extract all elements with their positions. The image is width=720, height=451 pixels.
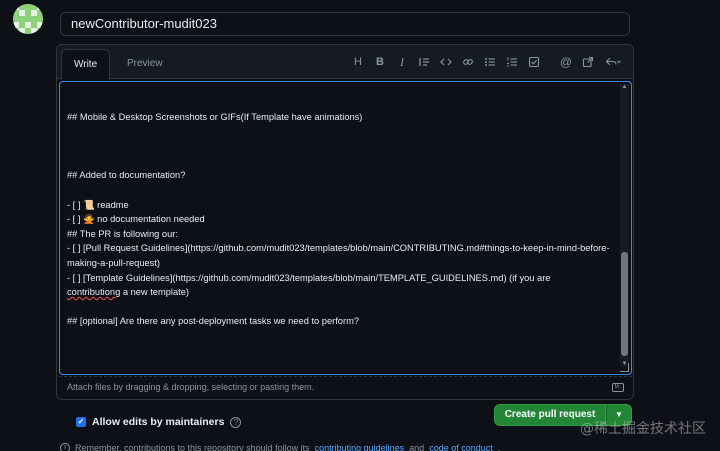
comment-textarea[interactable]: ## Mobile & Desktop Screenshots or GIFs(… [59, 81, 632, 375]
link-icon[interactable] [457, 53, 479, 71]
textarea-line [67, 125, 617, 140]
textarea-line [67, 183, 617, 198]
quote-icon[interactable] [413, 53, 435, 71]
allow-edits-label[interactable]: Allow edits by maintainers [92, 416, 224, 428]
textarea-line: ## [optional] Are there any post-deploym… [67, 316, 359, 327]
reminder-suffix: . [497, 443, 501, 451]
resize-handle[interactable] [620, 363, 629, 372]
editor-tabbar: Write Preview H B I @ [57, 45, 633, 80]
allow-edits-checkbox[interactable]: ✓ [76, 417, 86, 427]
textarea-line: - [ ] 📜 readme [67, 199, 129, 210]
textarea-line [67, 300, 617, 315]
pr-title-input[interactable]: newContributor-mudit023 [60, 12, 630, 36]
cross-reference-icon[interactable] [577, 53, 599, 71]
help-icon[interactable]: ? [230, 416, 242, 428]
textarea-line: ## Mobile & Desktop Screenshots or GIFs(… [67, 112, 363, 122]
code-icon[interactable] [435, 53, 457, 71]
scroll-thumb[interactable] [621, 252, 628, 356]
attach-hint: Attach files by dragging & dropping, sel… [67, 382, 315, 392]
textarea-scrollbar[interactable]: ▲ ▼ [620, 84, 629, 367]
textarea-content: ## Mobile & Desktop Screenshots or GIFs(… [67, 110, 617, 329]
comment-editor: Write Preview H B I @ ## Mobile & Deskto… [56, 44, 634, 400]
attach-files-bar[interactable]: Attach files by dragging & dropping, sel… [59, 376, 632, 398]
textarea-line: contributiong a new template) [67, 287, 189, 298]
mention-icon[interactable]: @ [555, 53, 577, 71]
markdown-toolbar: H B I @ [347, 53, 627, 71]
textarea-line: ## The PR is following our: [67, 228, 178, 239]
tab-preview[interactable]: Preview [115, 49, 175, 80]
ordered-list-icon[interactable] [501, 53, 523, 71]
task-list-icon[interactable] [523, 53, 545, 71]
italic-icon[interactable]: I [391, 53, 413, 71]
contribution-reminder: i Remember, contributions to this reposi… [60, 443, 500, 451]
spellcheck-error[interactable]: contributiong [67, 287, 120, 297]
reply-icon[interactable] [599, 53, 627, 71]
textarea-line: - [ ] [Template Guidelines](https://gith… [67, 272, 551, 283]
scroll-up-arrow-icon[interactable]: ▲ [621, 84, 628, 90]
bold-icon[interactable]: B [369, 53, 391, 71]
textarea-line [67, 154, 617, 169]
unordered-list-icon[interactable] [479, 53, 501, 71]
tab-write[interactable]: Write [61, 49, 111, 80]
markdown-icon[interactable]: M↓ [612, 383, 624, 392]
heading-icon[interactable]: H [347, 53, 369, 71]
reminder-prefix: Remember, contributions to this reposito… [75, 443, 310, 451]
avatar[interactable] [13, 4, 43, 34]
info-icon: i [60, 443, 70, 451]
allow-edits-option: ✓ Allow edits by maintainers ? [76, 416, 242, 428]
textarea-line: ## Added to documentation? [67, 170, 186, 181]
watermark: @稀土掘金技术社区 [580, 421, 706, 437]
textarea-line: - [ ] 🙅 no documentation needed [67, 214, 205, 225]
reminder-and: and [409, 443, 425, 451]
contributing-guidelines-link[interactable]: contributing guidelines [315, 443, 405, 451]
textarea-line: - [ ] [Pull Request Guidelines](https://… [67, 243, 610, 268]
code-of-conduct-link[interactable]: code of conduct [429, 443, 493, 451]
textarea-line [67, 139, 617, 154]
